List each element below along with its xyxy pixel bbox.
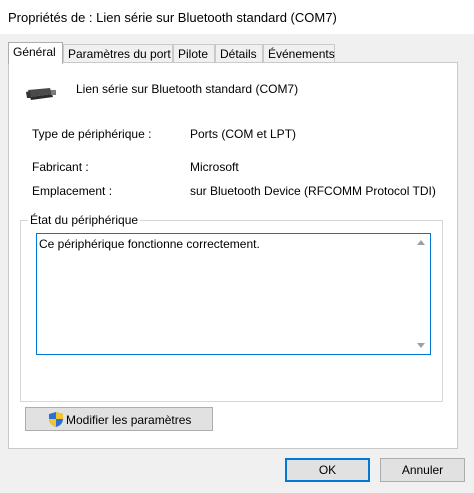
ok-button[interactable]: OK [285,458,370,482]
title-bar: Propriétés de : Lien série sur Bluetooth… [0,0,474,34]
device-name: Lien série sur Bluetooth standard (COM7) [76,82,299,96]
tab-driver[interactable]: Pilote [173,44,215,62]
device-status-text: Ce périphérique fonctionne correctement. [39,237,260,251]
tab-general[interactable]: Général [8,42,63,64]
scroll-down-icon[interactable] [417,343,425,348]
change-settings-label: Modifier les paramètres [66,413,192,427]
device-type-value: Ports (COM et LPT) [190,127,297,141]
manufacturer-label: Fabricant : [32,160,89,174]
device-status-textbox[interactable]: Ce périphérique fonctionne correctement. [36,233,431,355]
cancel-button[interactable]: Annuler [380,458,465,482]
scroll-up-icon[interactable] [417,240,425,245]
manufacturer-value: Microsoft [190,160,239,174]
tab-port-settings[interactable]: Paramètres du port [63,44,173,62]
serial-port-icon [24,85,58,106]
location-label: Emplacement : [32,184,113,198]
tab-events[interactable]: Événements [263,44,335,62]
location-value: sur Bluetooth Device (RFCOMM Protocol TD… [190,184,436,198]
change-settings-button[interactable]: Modifier les paramètres [25,407,213,431]
device-status-label: État du périphérique [28,213,141,227]
uac-shield-icon [48,411,64,431]
tab-details[interactable]: Détails [215,44,263,62]
general-tab-panel: Lien série sur Bluetooth standard (COM7)… [8,62,458,449]
window-title: Propriétés de : Lien série sur Bluetooth… [8,10,337,25]
device-type-label: Type de périphérique : [32,127,152,141]
status-scrollbar[interactable] [413,234,430,354]
